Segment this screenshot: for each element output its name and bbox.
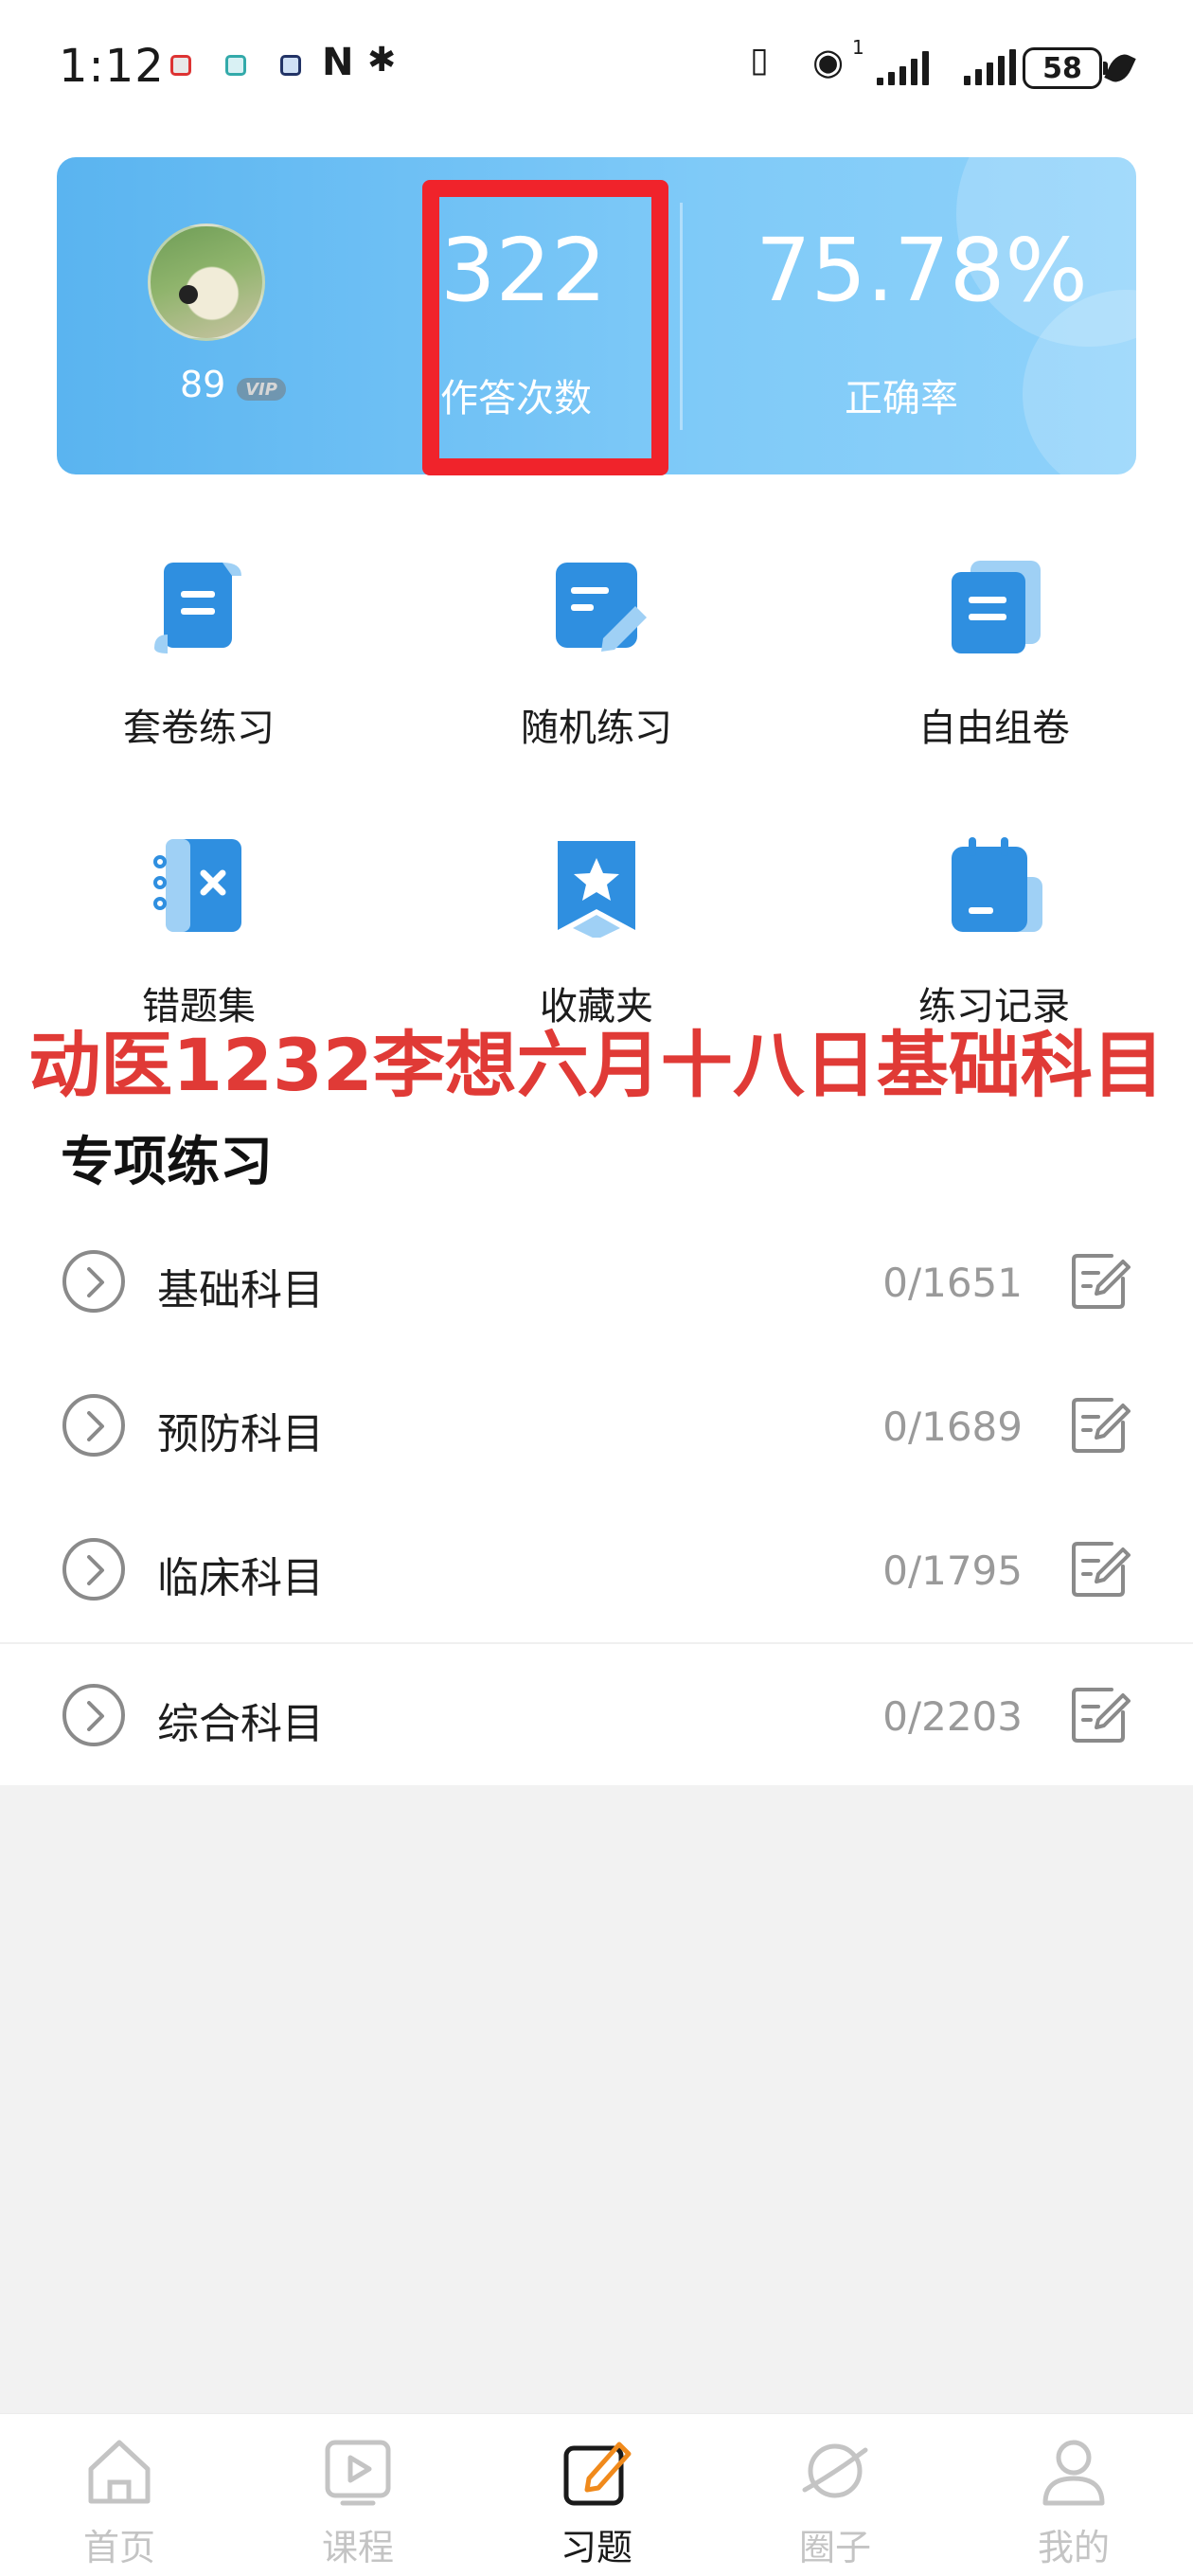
subject-row[interactable]: 基础科目 0/1651 [0, 1210, 1193, 1354]
edit-note-icon[interactable] [1070, 1538, 1131, 1599]
nav-label: 习题 [560, 2527, 632, 2568]
hotspot-icon: ◉ [812, 41, 845, 82]
edit-note-icon[interactable] [1070, 1684, 1131, 1744]
accuracy-label: 正确率 [845, 377, 958, 420]
chevron-right-icon [62, 1394, 125, 1457]
feature-wrong-questions[interactable]: 错题集 [57, 833, 341, 1042]
nav-profile[interactable]: 我的 [979, 2414, 1168, 2576]
nav-exercises[interactable]: 习题 [502, 2414, 691, 2576]
feature-mock-exam[interactable]: 套卷练习 [57, 555, 341, 763]
subject-name: 预防科目 [157, 1410, 324, 1458]
status-time: 1:12 [59, 40, 165, 93]
nav-label: 圈子 [798, 2527, 871, 2568]
planet-icon [802, 2443, 868, 2498]
profile-icon [1042, 2440, 1105, 2506]
notepad-icon [952, 837, 1042, 932]
chevron-right-icon [62, 1250, 125, 1313]
hotspot-count: 1 [852, 36, 864, 59]
subject-name: 基础科目 [157, 1266, 324, 1315]
nav-community[interactable]: 圈子 [740, 2414, 930, 2576]
avatar[interactable] [148, 224, 265, 341]
notification-app-icon [170, 55, 191, 76]
user-level: 89 [180, 364, 226, 405]
nfc-icon: N [322, 41, 354, 84]
vip-badge: VIP [237, 378, 286, 401]
feature-random-practice[interactable]: 随机练习 [454, 555, 739, 763]
battery-indicator: 58 [1023, 47, 1108, 89]
nav-label: 首页 [82, 2527, 155, 2568]
nav-label: 我的 [1037, 2527, 1110, 2568]
edit-exercise-icon [563, 2442, 632, 2506]
subject-progress: 0/2203 [882, 1693, 1023, 1740]
nav-courses[interactable]: 课程 [263, 2414, 453, 2576]
chevron-right-icon [62, 1684, 125, 1746]
bluetooth-icon: ✱ [367, 41, 397, 80]
avatar-figure [179, 285, 198, 304]
subject-name: 临床科目 [157, 1554, 324, 1602]
edit-note-icon[interactable] [1070, 1394, 1131, 1455]
feature-custom-paper[interactable]: 自由组卷 [852, 555, 1136, 763]
subject-progress: 0/1651 [882, 1260, 1023, 1306]
nav-label: 课程 [321, 2527, 394, 2568]
feature-label: 随机练习 [521, 707, 672, 750]
edit-note-icon[interactable] [1070, 1250, 1131, 1311]
feature-practice-history[interactable]: 练习记录 [852, 833, 1136, 1042]
scroll-paper-icon [154, 563, 241, 653]
feature-favorites[interactable]: 收藏夹 [454, 833, 739, 1042]
highlight-annotation-box [422, 180, 668, 475]
accuracy-rate: 75.78% [756, 220, 1088, 321]
overlay-annotation-text: 动医1232李想六月十八日基础科目 [28, 1023, 1165, 1107]
subject-row[interactable]: 临床科目 0/1795 [0, 1498, 1193, 1642]
section-title: 专项练习 [61, 1132, 273, 1193]
subject-progress: 0/1689 [882, 1404, 1023, 1450]
feature-label: 套卷练习 [123, 707, 275, 750]
bottom-navigation: 首页 课程 习题 圈子 我的 [0, 2413, 1193, 2576]
subject-name: 综合科目 [157, 1700, 324, 1748]
star-bookmark-icon [558, 841, 635, 938]
status-bar: 1:12 N ✱ ▯ ◉ 1 58 [0, 0, 1193, 137]
home-icon [88, 2440, 151, 2504]
vibrate-icon: ▯ [750, 41, 769, 80]
power-saving-leaf-icon [1104, 49, 1136, 87]
notification-app-icon [280, 55, 301, 76]
wrong-notebook-icon [153, 839, 241, 932]
subject-progress: 0/1795 [882, 1547, 1023, 1594]
stacked-papers-icon [952, 561, 1041, 653]
card-divider [680, 203, 683, 430]
nav-home[interactable]: 首页 [25, 2414, 214, 2576]
edit-paper-icon [556, 563, 647, 652]
notification-app-icon [225, 55, 246, 76]
chevron-right-icon [62, 1538, 125, 1601]
feature-label: 自由组卷 [918, 707, 1070, 750]
play-course-icon [325, 2440, 391, 2506]
subject-row[interactable]: 预防科目 0/1689 [0, 1354, 1193, 1498]
signal-strength-icon [877, 49, 929, 85]
subject-row[interactable]: 综合科目 0/2203 [0, 1642, 1193, 1786]
signal-strength-icon [964, 49, 1016, 85]
